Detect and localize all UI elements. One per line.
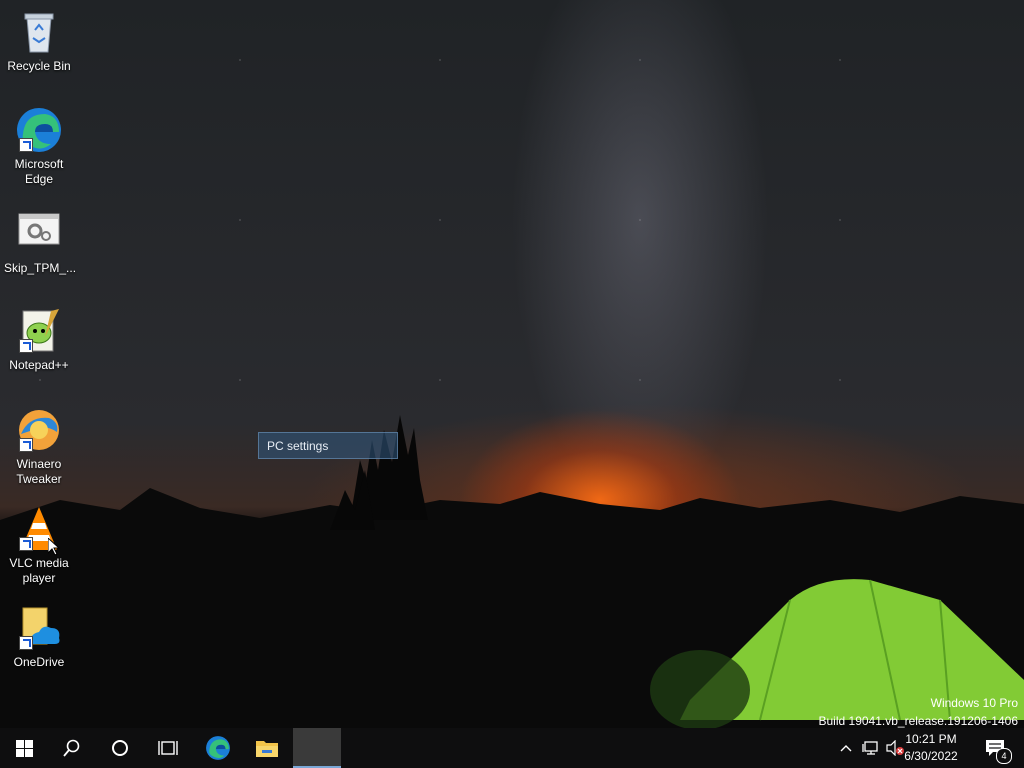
shortcut-arrow-icon <box>19 537 33 551</box>
desktop-icon-label: Microsoft Edge <box>14 157 64 186</box>
task-view-button[interactable] <box>144 728 192 768</box>
show-hidden-icons-button[interactable] <box>836 728 856 768</box>
notepad-plus-plus-icon <box>15 307 63 355</box>
shortcut-arrow-icon <box>19 339 33 353</box>
desktop-icon-winaero-tweaker[interactable]: Winaero Tweaker <box>4 406 74 487</box>
shortcut-arrow-icon <box>19 636 33 650</box>
desktop-icon-label: OneDrive <box>13 655 65 669</box>
desktop-icon-label: Notepad++ <box>9 358 69 372</box>
desktop-icon-label: Skip_TPM_... <box>4 261 77 275</box>
network-icon <box>862 741 878 755</box>
action-center-button[interactable]: 4 <box>978 728 1012 768</box>
desktop-icon-label: VLC media player <box>9 556 69 585</box>
edge-taskbar-button[interactable] <box>194 728 242 768</box>
desktop-icon-label: Recycle Bin <box>7 59 71 73</box>
clock-date: 6/30/2022 <box>904 749 958 763</box>
search-icon <box>63 739 80 757</box>
winaero-tweaker-icon <box>15 406 63 454</box>
shortcut-arrow-icon <box>19 438 33 452</box>
cortana-icon <box>112 740 128 756</box>
desktop-icon-microsoft-edge[interactable]: Microsoft Edge <box>4 106 74 187</box>
windows-watermark: Windows 10 Pro Build 19041.vb_release.19… <box>819 694 1019 730</box>
start-button[interactable] <box>0 728 48 768</box>
desktop-icon-notepad-plus-plus[interactable]: Notepad++ <box>4 307 74 373</box>
watermark-edition: Windows 10 Pro <box>930 696 1018 710</box>
taskbar: 10:21 PM 6/30/2022 4 <box>0 728 1024 768</box>
shortcut-arrow-icon <box>19 138 33 152</box>
desktop-icon-onedrive[interactable]: OneDrive <box>4 604 74 670</box>
cortana-button[interactable] <box>96 728 144 768</box>
chevron-up-icon <box>840 745 852 752</box>
onedrive-icon <box>15 604 63 652</box>
recycle-bin-icon <box>15 8 63 56</box>
clock-time: 10:21 PM <box>905 732 957 746</box>
pc-settings-label: PC settings <box>267 439 329 453</box>
folder-icon <box>256 741 278 757</box>
file-explorer-taskbar-button[interactable] <box>243 728 291 768</box>
search-button[interactable] <box>48 728 96 768</box>
desktop-icon-label: Winaero Tweaker <box>16 457 62 486</box>
settings-script-icon <box>15 210 63 258</box>
task-view-icon <box>158 741 178 755</box>
taskbar-clock[interactable]: 10:21 PM 6/30/2022 <box>896 731 966 765</box>
edge-icon <box>15 106 63 154</box>
active-window-button[interactable] <box>293 728 341 768</box>
notification-count-badge: 4 <box>996 748 1012 764</box>
pc-settings-drag-tile[interactable]: PC settings <box>258 432 398 459</box>
mouse-cursor-icon <box>48 538 60 556</box>
desktop-icon-skip-tpm[interactable]: Skip_TPM_... <box>4 210 77 276</box>
network-tray-button[interactable] <box>860 728 882 768</box>
edge-icon <box>206 736 230 760</box>
desktop-icon-vlc[interactable]: VLC media player <box>4 505 74 586</box>
windows-logo-icon <box>15 739 33 757</box>
desktop-icon-recycle-bin[interactable]: Recycle Bin <box>4 8 74 74</box>
